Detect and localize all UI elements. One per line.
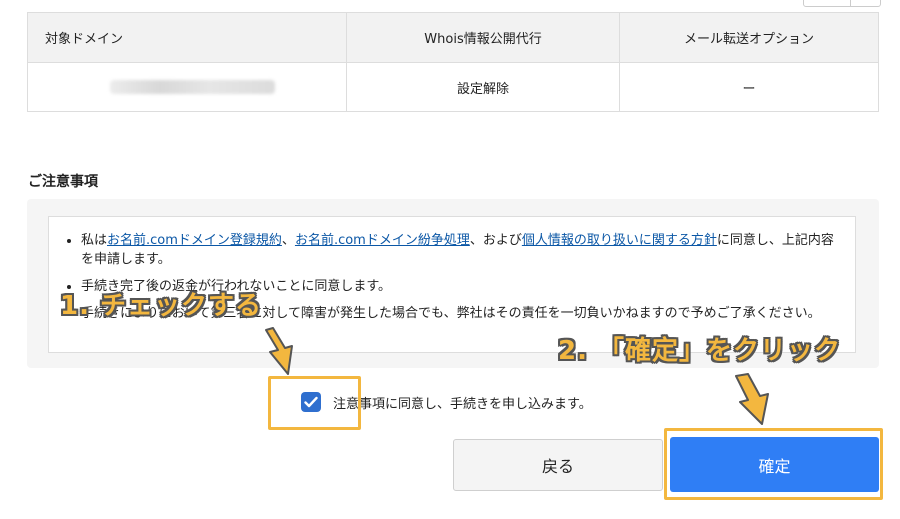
agree-label: 注意事項に同意し、手続きを申し込みます。 [333, 396, 592, 412]
mail-cell: ー [619, 62, 879, 112]
header-whois: Whois情報公開代行 [346, 12, 620, 63]
notes-heading: ご注意事項 [28, 174, 98, 190]
arrow-down-icon [265, 327, 293, 375]
blurred-domain [110, 80, 275, 94]
note-text: 、および [469, 233, 522, 248]
annotation-step2: 2. 「確定」をクリック [558, 336, 842, 366]
back-button[interactable]: 戻る [453, 439, 663, 491]
annotation-step1: 1. チェックする [60, 291, 263, 321]
pager-button-group[interactable] [803, 0, 881, 7]
domain-cell-blurred [27, 62, 347, 112]
note-text: 私は [81, 233, 108, 248]
whois-cell: 設定解除 [346, 62, 620, 112]
checkbox-highlight-box [268, 376, 361, 430]
table-header-row: 対象ドメイン Whois情報公開代行 メール転送オプション [27, 12, 879, 63]
domain-table: 対象ドメイン Whois情報公開代行 メール転送オプション 設定解除 ー [27, 12, 879, 112]
arrow-down-icon [735, 373, 769, 425]
privacy-link[interactable]: 個人情報の取り扱いに関する方針 [522, 233, 717, 248]
table-row: 設定解除 ー [27, 62, 879, 112]
list-item: 私はお名前.comドメイン登録規約、お名前.comドメイン紛争処理、および個人情… [81, 231, 841, 269]
note-text: 、 [281, 233, 295, 248]
header-mail: メール転送オプション [619, 12, 879, 63]
dispute-link[interactable]: お名前.comドメイン紛争処理 [295, 233, 470, 248]
terms-link[interactable]: お名前.comドメイン登録規約 [107, 233, 282, 248]
confirm-highlight-box [664, 428, 883, 500]
header-domain: 対象ドメイン [27, 12, 347, 63]
